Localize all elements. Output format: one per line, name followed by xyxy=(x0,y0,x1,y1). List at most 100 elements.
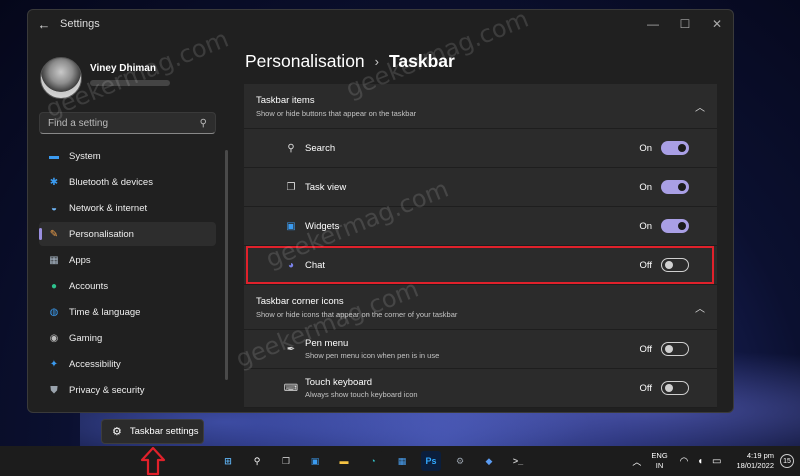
toggle-switch[interactable] xyxy=(661,258,689,272)
task-view-icon[interactable]: ❐ xyxy=(276,451,296,471)
search-input[interactable]: Find a setting ⚲ xyxy=(39,112,216,134)
settings-card: Taskbar items Show or hide buttons that … xyxy=(244,84,717,408)
section-subtitle: Show or hide icons that appear on the co… xyxy=(256,309,458,319)
lang-primary: ENG xyxy=(651,451,668,460)
notification-badge[interactable]: 15 xyxy=(780,454,794,468)
taskbar-items-list: ⚲ Search On ❐ Task view On ▣ Widgets On ◕ Chat Off xyxy=(244,129,717,285)
setting-label: Widgets xyxy=(305,221,639,232)
profile[interactable]: Viney Dhiman xyxy=(28,38,226,108)
widgets-icon: ▣ xyxy=(286,220,296,232)
file-explorer-icon[interactable]: ▬ xyxy=(334,451,354,471)
toggle-switch[interactable] xyxy=(661,381,689,395)
sidebar-item-privacy-security[interactable]: ⛊ Privacy & security xyxy=(39,378,216,402)
setting-name: Task view xyxy=(305,181,347,193)
sidebar-item-label: Time & language xyxy=(69,306,141,318)
setting-row-touch-keyboard: ⌨ Touch keyboard Always show touch keyboar… xyxy=(244,369,717,408)
section-subtitle: Show or hide buttons that appear on the … xyxy=(256,108,417,118)
chevron-up-icon[interactable]: ︿ xyxy=(695,99,705,114)
setting-name: Touch keyboard xyxy=(305,377,373,388)
clock[interactable]: 4:19 pm 18/01/2022 xyxy=(736,451,774,471)
toggle-state-label: On xyxy=(639,142,652,154)
toggle-switch[interactable] xyxy=(661,141,689,155)
profile-email-redacted xyxy=(90,79,170,86)
setting-label: Task view xyxy=(305,182,639,193)
sidebar-item-label: Gaming xyxy=(69,332,103,344)
gear-icon: ⚙ xyxy=(112,426,122,438)
minimize-icon[interactable]: — xyxy=(637,17,669,31)
maximize-icon[interactable]: ☐ xyxy=(669,17,701,31)
close-icon[interactable]: ✕ xyxy=(701,17,733,31)
taskbar-items-header[interactable]: Taskbar items Show or hide buttons that … xyxy=(244,84,717,129)
clock-date: 18/01/2022 xyxy=(736,461,774,470)
sidebar-item-network-internet[interactable]: ◒ Network & internet xyxy=(39,196,216,220)
settings-icon[interactable]: ⚙ xyxy=(450,451,470,471)
store-icon[interactable]: ▦ xyxy=(392,451,412,471)
clock-time: 4:19 pm xyxy=(746,451,774,460)
taskbar-apps: ⊞ ⚲ ❐ ▣ ▬ ◔ ▦ Ps ⚙ ◆ >_ xyxy=(218,451,537,471)
sidebar-item-time-language[interactable]: ◍ Time & language xyxy=(39,300,216,324)
taskbar-settings-menu-item[interactable]: ⚙ Taskbar settings xyxy=(101,419,204,444)
chevron-up-icon[interactable]: ︿ xyxy=(632,455,641,468)
sidebar-item-label: Accessibility xyxy=(69,358,121,370)
sidebar-item-personalisation[interactable]: ✎ Personalisation xyxy=(39,222,216,246)
chevron-up-icon[interactable]: ︿ xyxy=(695,300,705,315)
setting-label: Touch keyboard Always show touch keyboard… xyxy=(305,377,640,399)
widgets-icon[interactable]: ▣ xyxy=(305,451,325,471)
toggle-switch[interactable] xyxy=(661,219,689,233)
search-placeholder: Find a setting xyxy=(48,117,109,129)
setting-label: Search xyxy=(305,143,639,154)
toggle-state-label: Off xyxy=(639,382,653,394)
sidebar-item-bluetooth-devices[interactable]: ✱ Bluetooth & devices xyxy=(39,170,216,194)
red-arrow-up-icon xyxy=(140,446,166,476)
toggle-switch[interactable] xyxy=(661,180,689,194)
settings-window: ← Settings — ☐ ✕ Viney Dhiman Find a set… xyxy=(27,9,734,413)
accessibility-icon: ✦ xyxy=(49,358,59,370)
sidebar-item-label: System xyxy=(69,150,101,162)
sidebar-item-label: Network & internet xyxy=(69,202,148,214)
setting-label: Chat xyxy=(305,260,640,271)
corner-icons-header[interactable]: Taskbar corner icons Show or hide icons … xyxy=(244,285,717,330)
apps-icon: ▦ xyxy=(49,254,59,266)
start-icon[interactable]: ⊞ xyxy=(218,451,238,471)
package-icon[interactable]: ◆ xyxy=(479,451,499,471)
sidebar-item-accessibility[interactable]: ✦ Accessibility xyxy=(39,352,216,376)
setting-row-chat: ◕ Chat Off xyxy=(244,246,717,285)
breadcrumb-separator-icon: › xyxy=(374,53,379,69)
language-indicator[interactable]: ENG IN xyxy=(651,451,667,471)
toggle-state-label: Off xyxy=(639,343,653,355)
taskbar-settings-label: Taskbar settings xyxy=(129,426,199,437)
brush-icon: ✎ xyxy=(49,228,59,240)
sidebar-scrollbar[interactable] xyxy=(225,150,228,380)
corner-icons-list: ✒ Pen menu Show pen menu icon when pen is … xyxy=(244,330,717,408)
sidebar-item-label: Personalisation xyxy=(69,228,134,240)
toggle-switch[interactable] xyxy=(661,342,689,356)
sidebar-item-accounts[interactable]: ● Accounts xyxy=(39,274,216,298)
back-arrow-icon[interactable]: ← xyxy=(28,17,60,32)
page-title: Taskbar xyxy=(389,50,455,71)
main-content: Personalisation › Taskbar Taskbar items … xyxy=(244,38,733,412)
sidebar-item-label: Bluetooth & devices xyxy=(69,176,153,188)
network-volume-battery-icons[interactable]: ◠ ◖ ▭ xyxy=(680,456,725,467)
edge-icon[interactable]: ◔ xyxy=(363,451,383,471)
system-tray: ︿ ENG IN ◠ ◖ ▭ 4:19 pm 18/01/2022 15 xyxy=(632,446,794,476)
shield-icon: ⛊ xyxy=(50,384,58,396)
setting-row-task-view: ❐ Task view On xyxy=(244,168,717,207)
system-icon: ▬ xyxy=(49,150,59,162)
setting-description: Always show touch keyboard icon xyxy=(305,390,418,399)
search-icon[interactable]: ⚲ xyxy=(247,451,267,471)
sidebar-item-label: Accounts xyxy=(69,280,109,292)
toggle-state-label: On xyxy=(639,220,652,232)
sidebar-item-system[interactable]: ▬ System xyxy=(39,144,216,168)
sidebar: Viney Dhiman Find a setting ⚲ ▬ System ✱ Bl… xyxy=(28,38,226,412)
sidebar-item-apps[interactable]: ▦ Apps xyxy=(39,248,216,272)
setting-name: Pen menu xyxy=(305,338,349,349)
title-bar: ← Settings — ☐ ✕ xyxy=(28,10,733,38)
breadcrumb-parent[interactable]: Personalisation xyxy=(245,51,365,72)
photoshop-icon[interactable]: Ps xyxy=(421,451,441,471)
bluetooth-icon: ✱ xyxy=(49,176,59,188)
keyboard-icon: ⌨ xyxy=(283,382,299,394)
wifi-icon: ◒ xyxy=(50,202,58,214)
terminal-icon[interactable]: >_ xyxy=(508,451,528,471)
sidebar-item-gaming[interactable]: ◉ Gaming xyxy=(39,326,216,350)
window-title: Settings xyxy=(60,18,100,30)
